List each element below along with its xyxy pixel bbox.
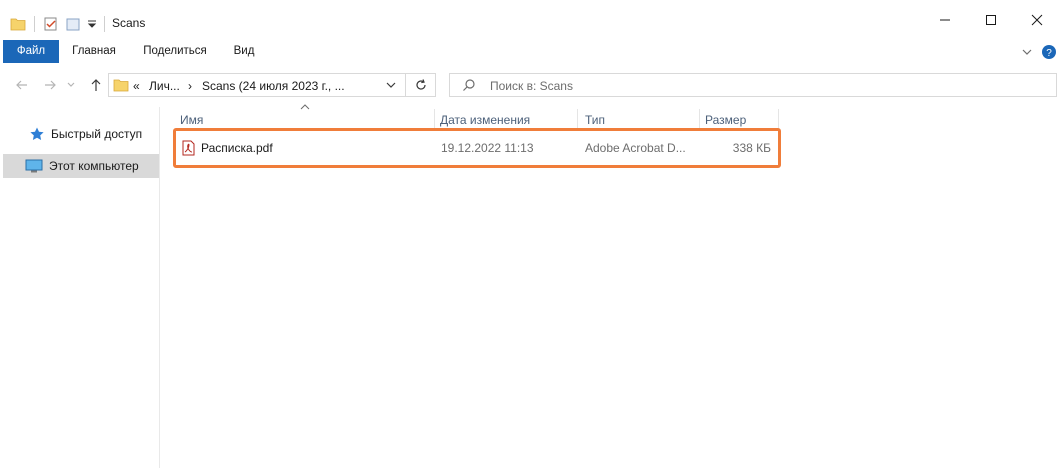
maximize-icon (986, 15, 996, 25)
recent-locations-button[interactable] (64, 75, 78, 95)
file-name[interactable]: Расписка.pdf (201, 137, 273, 159)
ribbon-tabs: Файл Главная Поделиться Вид ? (0, 40, 1061, 63)
file-type: Adobe Acrobat D... (585, 141, 686, 155)
column-divider[interactable] (577, 109, 578, 131)
address-overflow[interactable]: « (133, 79, 140, 93)
arrow-right-icon (45, 80, 56, 90)
star-icon (29, 126, 45, 142)
minimize-icon (940, 19, 950, 21)
table-row[interactable]: Расписка.pdf 19.12.2022 11:13 Adobe Acro… (173, 137, 779, 159)
navigation-bar: « Лич... › Scans (24 июля 2023 г., ... П… (0, 63, 1061, 107)
qa-customize-icon[interactable] (87, 14, 97, 34)
folder-icon (113, 77, 129, 96)
new-folder-icon[interactable] (65, 14, 81, 34)
qa-divider (34, 16, 35, 32)
pdf-icon (182, 140, 195, 159)
search-placeholder[interactable]: Поиск в: Scans (490, 79, 573, 93)
computer-icon (25, 158, 43, 174)
column-header-type[interactable]: Тип (579, 109, 699, 131)
tab-share[interactable]: Поделиться (134, 40, 216, 63)
arrow-left-icon (16, 80, 27, 90)
sidebar-item-label: Быстрый доступ (51, 127, 143, 141)
sidebar-item-this-pc[interactable]: Этот компьютер (3, 154, 159, 178)
close-button[interactable] (1014, 0, 1060, 40)
chevron-down-icon (67, 82, 75, 87)
column-header-modified[interactable]: Дата изменения (434, 109, 577, 131)
minimize-button[interactable] (922, 0, 968, 40)
help-button[interactable]: ? (1040, 43, 1058, 61)
folder-icon (10, 14, 26, 34)
address-separator[interactable]: › (188, 79, 192, 93)
refresh-icon (415, 79, 426, 90)
title-bar: Scans (0, 0, 1061, 40)
properties-icon[interactable] (43, 14, 59, 34)
back-button[interactable] (12, 75, 32, 95)
column-divider[interactable] (778, 109, 779, 131)
chevron-down-icon (386, 82, 396, 88)
address-segment-scans[interactable]: Scans (24 июля 2023 г., ... (202, 79, 345, 93)
address-bar[interactable]: « Лич... › Scans (24 июля 2023 г., ... (108, 73, 406, 97)
chevron-down-icon (1022, 49, 1032, 55)
navigation-pane: Быстрый доступ Этот компьютер (0, 107, 160, 468)
search-icon (462, 78, 476, 95)
close-icon (1031, 14, 1043, 26)
up-button[interactable] (86, 75, 106, 95)
refresh-button[interactable] (406, 73, 436, 97)
forward-button[interactable] (40, 75, 60, 95)
address-dropdown-button[interactable] (385, 79, 397, 94)
tab-view[interactable]: Вид (224, 40, 264, 63)
qa-divider (104, 16, 105, 32)
sidebar-item-quick-access[interactable]: Быстрый доступ (3, 122, 159, 146)
column-header-size[interactable]: Размер (699, 109, 779, 131)
ribbon-expand-button[interactable] (1018, 43, 1036, 61)
file-modified: 19.12.2022 11:13 (441, 141, 534, 155)
address-segment-personal[interactable]: Лич... (149, 79, 180, 93)
tab-file[interactable]: Файл (3, 40, 59, 63)
search-box[interactable]: Поиск в: Scans (449, 73, 1057, 97)
tab-home[interactable]: Главная (63, 40, 125, 63)
file-list: Имя Дата изменения Тип Размер Расписка.p… (161, 104, 1061, 468)
file-size: 338 КБ (732, 141, 771, 155)
help-icon: ? (1042, 45, 1056, 59)
column-header-name[interactable]: Имя (174, 109, 434, 131)
arrow-up-icon (91, 79, 101, 91)
window-title: Scans (112, 16, 146, 30)
maximize-button[interactable] (968, 0, 1014, 40)
sidebar-item-label: Этот компьютер (49, 159, 139, 173)
svg-text:?: ? (1046, 48, 1052, 59)
